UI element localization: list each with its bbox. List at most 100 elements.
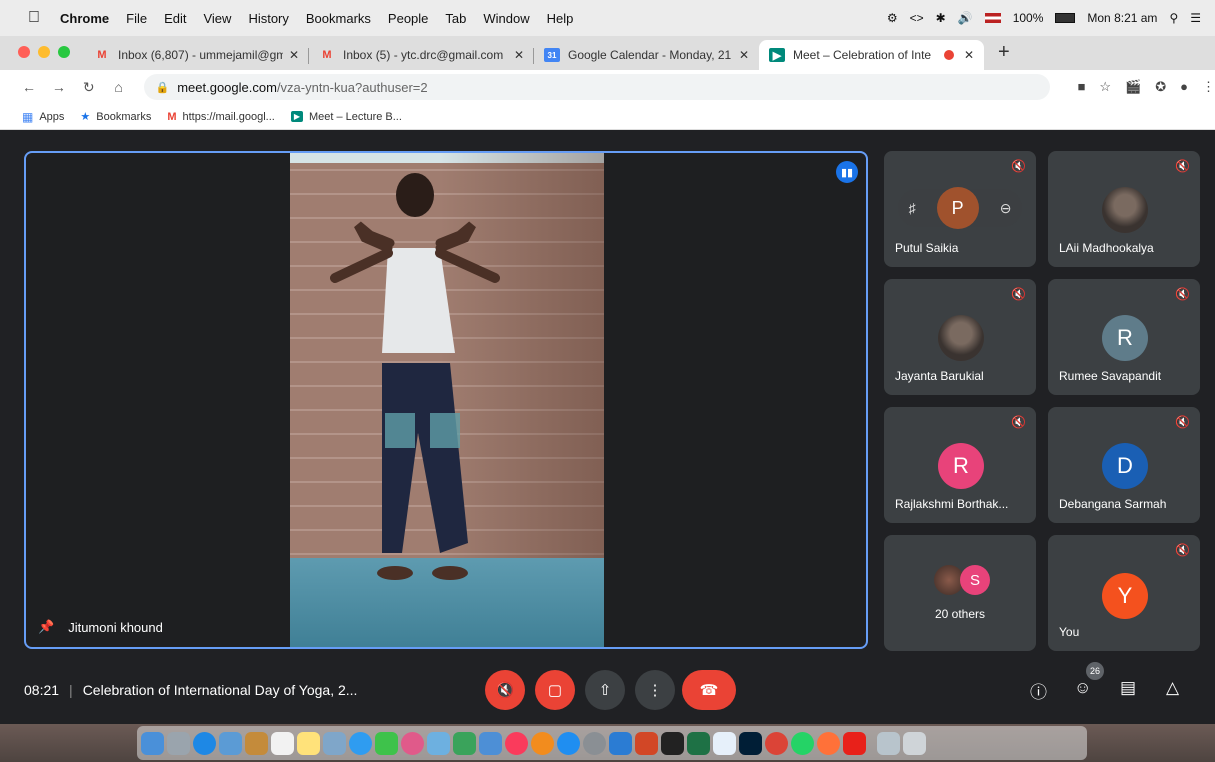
- close-tab-icon[interactable]: ✕: [964, 48, 974, 62]
- notes-book-icon[interactable]: [245, 731, 268, 755]
- more-options-button[interactable]: ⋮: [635, 670, 675, 710]
- numbers-icon[interactable]: [453, 731, 476, 755]
- bookmark-gmail[interactable]: M https://mail.googl...: [167, 111, 275, 123]
- zoom-window-button[interactable]: [58, 46, 70, 58]
- app-store-icon[interactable]: [557, 731, 580, 755]
- extensions-puzzle-icon[interactable]: ✪: [1155, 79, 1166, 95]
- reload-icon[interactable]: ↻: [74, 79, 104, 96]
- chrome-icon[interactable]: [765, 731, 788, 755]
- keynote-icon[interactable]: [479, 731, 502, 755]
- menu-view[interactable]: View: [203, 11, 231, 26]
- photoshop-icon[interactable]: [739, 731, 762, 755]
- pages-icon[interactable]: [427, 731, 450, 755]
- spotlight-search-icon[interactable]: ⚲: [1169, 11, 1178, 25]
- bookmark-meet-lecture[interactable]: ▶ Meet – Lecture B...: [290, 111, 402, 123]
- facetime-icon[interactable]: [375, 731, 398, 755]
- chrome-menu-icon[interactable]: ⋮: [1202, 79, 1215, 95]
- menu-tab[interactable]: Tab: [445, 11, 466, 26]
- remove-icon[interactable]: ⊖: [1000, 200, 1012, 217]
- menu-window[interactable]: Window: [483, 11, 529, 26]
- back-icon[interactable]: ←: [14, 79, 44, 95]
- menu-file[interactable]: File: [126, 11, 147, 26]
- menu-people[interactable]: People: [388, 11, 428, 26]
- minimize-window-button[interactable]: [38, 46, 50, 58]
- photos-icon[interactable]: [401, 731, 424, 755]
- participant-tile-others[interactable]: S 20 others: [884, 535, 1036, 651]
- firefox-icon[interactable]: [817, 731, 840, 755]
- participant-tile-rumee-savapandit[interactable]: 🔇 R Rumee Savapandit: [1048, 279, 1200, 395]
- code-icon[interactable]: <>: [910, 11, 924, 25]
- apple-icon[interactable]: : [28, 9, 40, 27]
- bookmark-bookmarks[interactable]: ★ Bookmarks: [80, 110, 151, 124]
- downloads-stack-icon[interactable]: [877, 731, 900, 755]
- participant-tile-putul-saikia[interactable]: 🔇 ♯ P ⊖ Putul Saikia: [884, 151, 1036, 267]
- tab-gmail-inbox-2[interactable]: M Inbox (5) - ytc.drc@gmail.com ✕: [309, 40, 534, 70]
- activities-icon[interactable]: △: [1166, 678, 1179, 698]
- participant-tile-laii-madhookalya[interactable]: 🔇 LAii Madhookalya: [1048, 151, 1200, 267]
- menu-edit[interactable]: Edit: [164, 11, 186, 26]
- close-window-button[interactable]: [18, 46, 30, 58]
- acrobat-icon[interactable]: [843, 731, 866, 755]
- participant-tile-self[interactable]: 🔇 Y You: [1048, 535, 1200, 651]
- bookmark-apps[interactable]: ▦ Apps: [22, 110, 64, 124]
- profile-avatar[interactable]: ●: [1180, 79, 1188, 95]
- lock-icon[interactable]: 🔒: [156, 81, 170, 94]
- powerpoint-icon[interactable]: [635, 731, 658, 755]
- safari-icon[interactable]: [193, 731, 216, 755]
- calendar-app-icon[interactable]: [271, 731, 294, 755]
- pin-icon[interactable]: 📌: [38, 619, 54, 635]
- toggle-microphone-button[interactable]: 🔇: [485, 670, 525, 710]
- leave-call-button[interactable]: ☎: [682, 670, 736, 710]
- finder-icon[interactable]: [141, 731, 164, 755]
- messages-icon[interactable]: [349, 731, 372, 755]
- home-icon[interactable]: ⌂: [104, 79, 134, 95]
- tab-gmail-inbox-1[interactable]: M Inbox (6,807) - ummejamil@gm ✕: [84, 40, 309, 70]
- vpn-icon[interactable]: ⚙: [887, 11, 898, 25]
- music-icon[interactable]: [505, 731, 528, 755]
- tab-google-meet[interactable]: ▶ Meet – Celebration of Inte ✕: [759, 40, 984, 70]
- trash-icon[interactable]: [903, 731, 926, 755]
- participant-tile-jayanta-barukial[interactable]: 🔇 Jayanta Barukial: [884, 279, 1036, 395]
- people-icon[interactable]: ☺: [1074, 678, 1091, 698]
- participant-tile-rajlakshmi-borthakur[interactable]: 🔇 R Rajlakshmi Borthak...: [884, 407, 1036, 523]
- bookmark-star-icon[interactable]: ☆: [1099, 79, 1111, 95]
- stickies-icon[interactable]: [297, 731, 320, 755]
- forward-icon[interactable]: →: [44, 79, 74, 95]
- toggle-camera-button[interactable]: ▢: [535, 670, 575, 710]
- preview-icon[interactable]: [219, 731, 242, 755]
- meeting-info-icon[interactable]: ⓘ: [1030, 678, 1047, 703]
- system-preferences-icon[interactable]: [583, 731, 606, 755]
- onedrive-icon[interactable]: [713, 731, 736, 755]
- new-tab-button[interactable]: +: [998, 41, 1010, 64]
- flag-icon[interactable]: [984, 13, 1001, 23]
- address-bar[interactable]: 🔒 meet.google.com /vza-yntn-kua?authuser…: [143, 74, 1050, 100]
- launchpad-icon[interactable]: [167, 731, 190, 755]
- books-icon[interactable]: [531, 731, 554, 755]
- menu-history[interactable]: History: [248, 11, 288, 26]
- camera-in-use-icon[interactable]: ■: [1078, 79, 1086, 95]
- present-screen-button[interactable]: ⇧: [585, 670, 625, 710]
- main-speaker-tile[interactable]: ▮▮ 📌 Jitumoni khound: [24, 151, 868, 649]
- battery-icon[interactable]: [1055, 13, 1076, 23]
- word-icon[interactable]: [609, 731, 632, 755]
- tab-google-calendar[interactable]: 31 Google Calendar - Monday, 21 ✕: [534, 40, 759, 70]
- close-tab-icon[interactable]: ✕: [739, 48, 749, 62]
- excel-icon[interactable]: [687, 731, 710, 755]
- terminal-icon[interactable]: [661, 731, 684, 755]
- pin-icon[interactable]: ♯: [909, 200, 916, 216]
- chat-icon[interactable]: ▤: [1120, 678, 1136, 698]
- participant-tile-debangana-sarmah[interactable]: 🔇 D Debangana Sarmah: [1048, 407, 1200, 523]
- volume-icon[interactable]: 🔊: [958, 11, 973, 25]
- close-tab-icon[interactable]: ✕: [289, 48, 299, 62]
- close-tab-icon[interactable]: ✕: [514, 48, 524, 62]
- menu-bookmarks[interactable]: Bookmarks: [306, 11, 371, 26]
- whatsapp-icon[interactable]: [791, 731, 814, 755]
- extension-clapper-icon[interactable]: 🎬: [1125, 79, 1141, 95]
- bluetooth-icon[interactable]: ✱: [936, 11, 946, 25]
- menu-app-name[interactable]: Chrome: [60, 11, 109, 26]
- menu-clock[interactable]: Mon 8:21 am: [1087, 11, 1157, 25]
- textedit-icon[interactable]: [323, 731, 346, 755]
- notification-center-icon[interactable]: ☰: [1190, 11, 1201, 25]
- menu-help[interactable]: Help: [547, 11, 574, 26]
- battery-percent[interactable]: 100%: [1013, 11, 1044, 25]
